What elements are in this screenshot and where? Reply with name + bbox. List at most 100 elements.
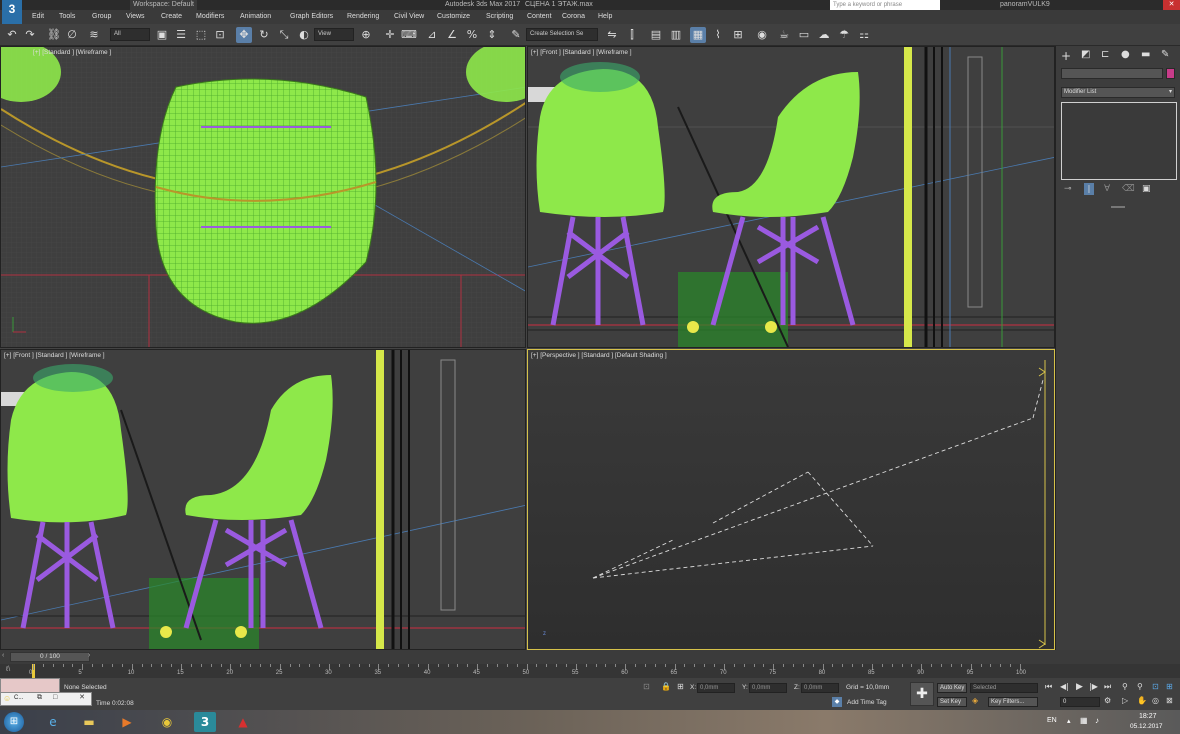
select-manipulate-icon[interactable]: ✛ <box>382 27 398 43</box>
x-coordinate-field[interactable]: 0,0mm <box>697 683 735 693</box>
mini-curve-icon[interactable]: ℓ\ <box>6 666 10 673</box>
viewport-label[interactable]: [+] [Front ] [Standard ] [Wireframe ] <box>531 49 632 56</box>
pivot-center-icon[interactable]: ⊕ <box>358 27 374 43</box>
viewport-perspective[interactable]: [+] [Perspective ] [Standard ] [Default … <box>527 349 1055 650</box>
track-bar[interactable]: ℓ\ 0 5 10 15 20 25 30 35 40 45 50 55 60 65 70 75 80 85 90 9… <box>0 664 1180 678</box>
search-input[interactable]: Type a keyword or phrase <box>830 0 940 10</box>
zoom-icon[interactable]: ⚲ <box>1122 682 1128 691</box>
edit-named-selection-icon[interactable]: ✎ <box>508 27 524 43</box>
configure-sets-icon[interactable]: ▣ <box>1142 184 1151 194</box>
viewport-label[interactable]: [+] [Front ] [Standard ] [Wireframe ] <box>4 352 105 359</box>
time-tag-icon[interactable]: ◆ <box>832 697 842 707</box>
object-name-field[interactable] <box>1061 68 1163 79</box>
menu-group[interactable]: Group <box>92 12 111 22</box>
selection-lock-icon[interactable]: 🔒 <box>661 682 671 691</box>
display-tab-icon[interactable]: ▬ <box>1141 49 1150 60</box>
restore-icon[interactable]: ⧉ <box>37 694 42 702</box>
scene-explorer-icon[interactable]: ▤ <box>648 27 664 43</box>
key-filters-button[interactable]: Key Filters... <box>988 697 1038 707</box>
chrome-icon[interactable]: ◉ <box>156 712 178 732</box>
select-by-name-icon[interactable]: ☰ <box>173 27 189 43</box>
mirror-icon[interactable]: ⇋ <box>604 27 620 43</box>
language-indicator[interactable]: EN <box>1047 717 1057 724</box>
menu-tools[interactable]: Tools <box>59 12 75 22</box>
layer-explorer-icon[interactable]: ▥ <box>668 27 684 43</box>
previous-frame-icon[interactable]: ◀| <box>1060 682 1069 691</box>
modifier-list-dropdown[interactable]: Modifier List ▾ <box>1061 87 1175 98</box>
network-icon[interactable]: ▦ <box>1080 716 1088 725</box>
viewport-label[interactable]: [+] [Standard ] [Wireframe ] <box>33 49 111 56</box>
keyboard-shortcut-icon[interactable]: ⌨ <box>401 27 417 43</box>
menu-graph-editors[interactable]: Graph Editors <box>290 12 333 22</box>
percent-snap-icon[interactable]: % <box>464 27 480 43</box>
render-icon[interactable]: ☁ <box>816 27 832 43</box>
motion-tab-icon[interactable]: ● <box>1121 49 1130 60</box>
media-player-icon[interactable]: ▶ <box>116 712 138 732</box>
menu-create[interactable]: Create <box>161 12 182 22</box>
viewport-front-upper[interactable]: [+] [Front ] [Standard ] [Wireframe ] <box>527 46 1055 348</box>
select-rotate-icon[interactable]: ↻ <box>256 27 272 43</box>
corona-vfb-icon[interactable]: ⚏ <box>856 27 872 43</box>
select-move-icon[interactable]: ✥ <box>236 27 252 43</box>
time-configuration-icon[interactable]: ⚙ <box>1104 696 1111 705</box>
select-object-icon[interactable]: ▣ <box>154 27 170 43</box>
menu-modifiers[interactable]: Modifiers <box>196 12 224 22</box>
redo-icon[interactable]: ↷ <box>22 27 38 43</box>
field-of-view-icon[interactable]: ▷ <box>1122 696 1128 705</box>
menu-edit[interactable]: Edit <box>32 12 44 22</box>
menu-views[interactable]: Views <box>126 12 145 22</box>
zoom-extents-icon[interactable]: ⊡ <box>1152 682 1159 691</box>
rectangular-selection-icon[interactable]: ⬚ <box>193 27 209 43</box>
menu-help[interactable]: Help <box>598 12 612 22</box>
z-coordinate-field[interactable]: 0,0mm <box>801 683 839 693</box>
volume-icon[interactable]: ♪ <box>1095 716 1099 725</box>
link-icon[interactable]: ⛓ <box>46 27 62 43</box>
key-mode-icon[interactable]: ◈ <box>972 696 978 705</box>
menu-content[interactable]: Content <box>527 12 552 22</box>
viewport-label[interactable]: [+] [Perspective ] [Standard ] [Default … <box>531 352 667 359</box>
menu-rendering[interactable]: Rendering <box>347 12 379 22</box>
curve-editor-icon[interactable]: ⌇ <box>710 27 726 43</box>
time-slider-thumb[interactable]: 0 / 100 <box>10 652 90 662</box>
pan-view-icon[interactable]: ✋ <box>1137 696 1147 705</box>
modify-tab-icon[interactable]: ◩ <box>1081 49 1090 60</box>
zoom-extents-all-icon[interactable]: ⊞ <box>1166 682 1173 691</box>
close-icon[interactable]: ✕ <box>1163 0 1180 10</box>
menu-corona[interactable]: Corona <box>562 12 585 22</box>
material-editor-icon[interactable]: ◉ <box>754 27 770 43</box>
render-setup-icon[interactable]: ☕ <box>776 27 792 43</box>
add-time-tag[interactable]: Add Time Tag <box>847 699 887 706</box>
menu-customize[interactable]: Customize <box>437 12 470 22</box>
slider-arrow-left-icon[interactable]: ‹ <box>2 652 4 659</box>
user-account[interactable]: panoramVULK9 <box>1000 0 1050 10</box>
go-to-end-icon[interactable]: ⏭ <box>1104 682 1111 692</box>
start-button-icon[interactable]: ⊞ <box>4 712 24 732</box>
show-end-result-icon[interactable]: | <box>1084 183 1094 195</box>
app-logo[interactable]: 3 <box>2 0 22 24</box>
set-key-big-icon[interactable]: ✚ <box>910 682 934 706</box>
selection-filter-dropdown[interactable]: All <box>110 28 150 41</box>
go-to-start-icon[interactable]: ⏮ <box>1045 682 1052 692</box>
snaps-toggle-icon[interactable]: ⊿ <box>424 27 440 43</box>
clock-date[interactable]: 05.12.2017 <box>1130 723 1163 730</box>
undo-icon[interactable]: ↶ <box>4 27 20 43</box>
modifier-stack[interactable] <box>1061 102 1177 180</box>
hierarchy-tab-icon[interactable]: ⊏ <box>1101 49 1109 60</box>
next-frame-icon[interactable]: |▶ <box>1089 682 1098 691</box>
zoom-all-icon[interactable]: ⚲ <box>1137 682 1143 691</box>
viewport-front-lower[interactable]: [+] [Front ] [Standard ] [Wireframe ] <box>0 349 526 650</box>
minimized-window-bar[interactable]: ☺ C... ⧉ □ ✕ <box>0 692 92 706</box>
named-selection-set-dropdown[interactable]: Create Selection Se <box>526 28 598 41</box>
auto-key-button[interactable]: Auto Key <box>937 683 967 693</box>
slider-arrow-right-icon[interactable]: › <box>88 652 90 659</box>
render-production-icon[interactable]: ☂ <box>836 27 852 43</box>
create-tab-icon[interactable]: + <box>1061 49 1071 63</box>
remove-modifier-icon[interactable]: ⌫ <box>1122 184 1135 194</box>
schematic-view-icon[interactable]: ⊞ <box>730 27 746 43</box>
close-icon[interactable]: ✕ <box>73 693 91 705</box>
utilities-tab-icon[interactable]: ✎ <box>1161 49 1169 60</box>
time-slider[interactable]: ‹ 0 / 100 › <box>0 650 1180 664</box>
select-scale-icon[interactable]: ⤡ <box>276 27 292 43</box>
orbit-icon[interactable]: ◎ <box>1152 696 1159 705</box>
internet-explorer-icon[interactable]: e <box>42 712 64 732</box>
